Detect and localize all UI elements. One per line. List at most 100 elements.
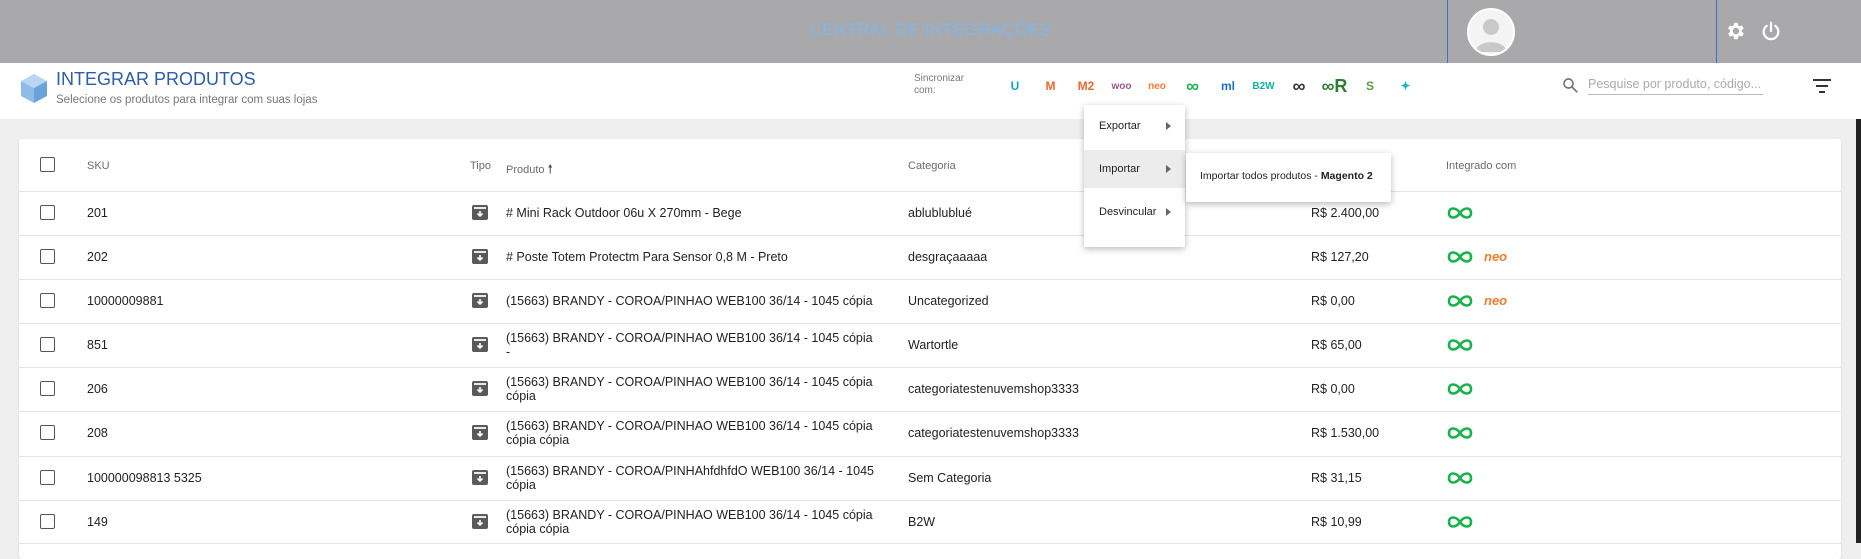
- category-cell: ablublublué: [908, 206, 972, 220]
- menu-item-label: Importar: [1099, 163, 1140, 175]
- download-box-icon: [474, 472, 486, 483]
- menu-item-label: Exportar: [1099, 120, 1141, 132]
- gear-icon[interactable]: [1724, 20, 1746, 42]
- row-checkbox[interactable]: [40, 514, 55, 529]
- price-cell: R$ 127,20: [1311, 250, 1369, 264]
- header-categoria[interactable]: Categoria: [908, 160, 956, 172]
- sku-cell: 851: [87, 338, 108, 352]
- product-name: cópia cópia: [506, 433, 570, 447]
- product-name: (15663) BRANDY - COROA/PINHAO WEB100 36/…: [506, 419, 873, 433]
- avatar[interactable]: [1467, 8, 1515, 56]
- row-checkbox[interactable]: [40, 381, 55, 396]
- caret-right-icon: [1166, 122, 1171, 130]
- header-integrado[interactable]: Integrado com: [1446, 160, 1516, 172]
- download-box-icon: [474, 383, 486, 394]
- header-sku[interactable]: SKU: [87, 160, 110, 172]
- row-divider: [19, 411, 1841, 412]
- product-type-icon: [472, 205, 488, 220]
- link-icon[interactable]: ∞: [1286, 74, 1312, 98]
- product-type-icon: [472, 470, 488, 485]
- header-produto[interactable]: Produto 🠕: [506, 160, 553, 181]
- filter-icon[interactable]: [1813, 78, 1831, 94]
- header-tipo[interactable]: Tipo: [470, 160, 491, 172]
- row-checkbox[interactable]: [40, 249, 55, 264]
- product-name: (15663) BRANDY - COROA/PINHAO WEB100 36/…: [506, 331, 873, 345]
- magento2-icon[interactable]: M2: [1073, 74, 1099, 98]
- row-checkbox[interactable]: [40, 293, 55, 308]
- header-produto-label: Produto: [506, 164, 545, 176]
- infinity-icon: [1446, 515, 1474, 529]
- row-checkbox[interactable]: [40, 470, 55, 485]
- menu-item-importar[interactable]: Importar: [1084, 150, 1185, 188]
- price-cell: R$ 65,00: [1311, 338, 1362, 352]
- category-cell: Uncategorized: [908, 294, 989, 308]
- submenu-store: Magento 2: [1320, 170, 1373, 182]
- sync-label: Sincronizar com:: [914, 73, 965, 96]
- category-cell: Sem Categoria: [908, 471, 992, 485]
- submenu-importar[interactable]: Importar todos produtos - Magento 2: [1186, 153, 1391, 202]
- row-checkbox[interactable]: [40, 425, 55, 440]
- page-subtitle: Selecione os produtos para integrar com …: [56, 94, 318, 106]
- caret-right-icon: [1166, 165, 1171, 173]
- top-bar: CENTRAL DE INTEGRAÇÕES: [0, 0, 1861, 63]
- download-box-icon: [474, 339, 486, 350]
- product-type-icon: [472, 381, 488, 396]
- context-menu: Exportar Importar Desvincular: [1084, 105, 1185, 247]
- infinity-icon: [1446, 471, 1474, 485]
- import-all-magento2[interactable]: Importar todos produtos - Magento 2: [1200, 170, 1373, 182]
- product-name: (15663) BRANDY - COROA/PINHAhfdhfdO WEB1…: [506, 464, 874, 478]
- row-divider: [19, 456, 1841, 457]
- menu-item-label: Desvincular: [1099, 206, 1157, 218]
- infinity-icon[interactable]: ∞: [1180, 74, 1206, 98]
- shopify-icon[interactable]: S: [1357, 74, 1383, 98]
- infinity-glyph-icon: [1447, 295, 1473, 307]
- neo-icon: neo: [1484, 249, 1508, 264]
- search-input[interactable]: [1588, 74, 1763, 95]
- b2w-icon[interactable]: B2W: [1251, 74, 1277, 98]
- infinity-glyph-icon: [1447, 472, 1473, 484]
- category-cell: categoriatestenuvemshop3333: [908, 426, 1079, 440]
- download-box-icon: [474, 427, 486, 438]
- row-checkbox[interactable]: [40, 337, 55, 352]
- ml-icon[interactable]: ml: [1215, 74, 1241, 98]
- select-all-checkbox[interactable]: [40, 157, 55, 172]
- power-icon[interactable]: [1760, 20, 1782, 42]
- row-divider: [19, 543, 1841, 544]
- search-icon: [1563, 78, 1578, 93]
- submenu-prefix: Importar todos produtos -: [1200, 170, 1321, 182]
- menu-item-desvincular[interactable]: Desvincular: [1084, 193, 1185, 231]
- row-divider: [19, 367, 1841, 368]
- star-icon[interactable]: ✦: [1393, 74, 1419, 98]
- sku-cell: 100000098813 5325: [87, 471, 202, 485]
- neo-icon[interactable]: neo: [1144, 74, 1170, 98]
- app-title: CENTRAL DE INTEGRAÇÕES: [809, 20, 1052, 39]
- sort-arrow-up-icon: 🠕: [547, 162, 553, 176]
- category-cell: B2W: [908, 515, 936, 529]
- product-name: # Mini Rack Outdoor 06u X 270mm - Bege: [506, 206, 742, 220]
- magento-icon[interactable]: M: [1038, 74, 1064, 98]
- product-type-icon: [472, 514, 488, 529]
- sku-cell: 208: [87, 426, 108, 440]
- woo-icon[interactable]: woo: [1109, 74, 1135, 98]
- product-type-icon: [472, 337, 488, 352]
- scrollbar[interactable]: [1856, 119, 1861, 543]
- infinity-r-icon[interactable]: ∞R: [1322, 74, 1348, 98]
- infinity-glyph-icon: [1447, 251, 1473, 263]
- u-icon[interactable]: U: [1002, 74, 1028, 98]
- infinity-icon: [1446, 382, 1474, 396]
- neo-icon: neo: [1484, 293, 1508, 308]
- infinity-glyph-icon: [1447, 516, 1473, 528]
- row-checkbox[interactable]: [40, 205, 55, 220]
- product-name: (15663) BRANDY - COROA/PINHAO WEB100 36/…: [506, 294, 873, 308]
- price-cell: R$ 0,00: [1311, 382, 1355, 396]
- product-name: (15663) BRANDY - COROA/PINHAO WEB100 36/…: [506, 375, 873, 389]
- product-type-icon: [472, 249, 488, 264]
- menu-item-exportar[interactable]: Exportar: [1084, 107, 1185, 145]
- caret-right-icon: [1166, 208, 1171, 216]
- category-cell: categoriatestenuvemshop3333: [908, 382, 1079, 396]
- product-type-icon: [472, 425, 488, 440]
- box-icon: [21, 74, 47, 103]
- infinity-glyph-icon: [1447, 339, 1473, 351]
- sku-cell: 206: [87, 382, 108, 396]
- product-name: cópia cópia: [506, 522, 570, 536]
